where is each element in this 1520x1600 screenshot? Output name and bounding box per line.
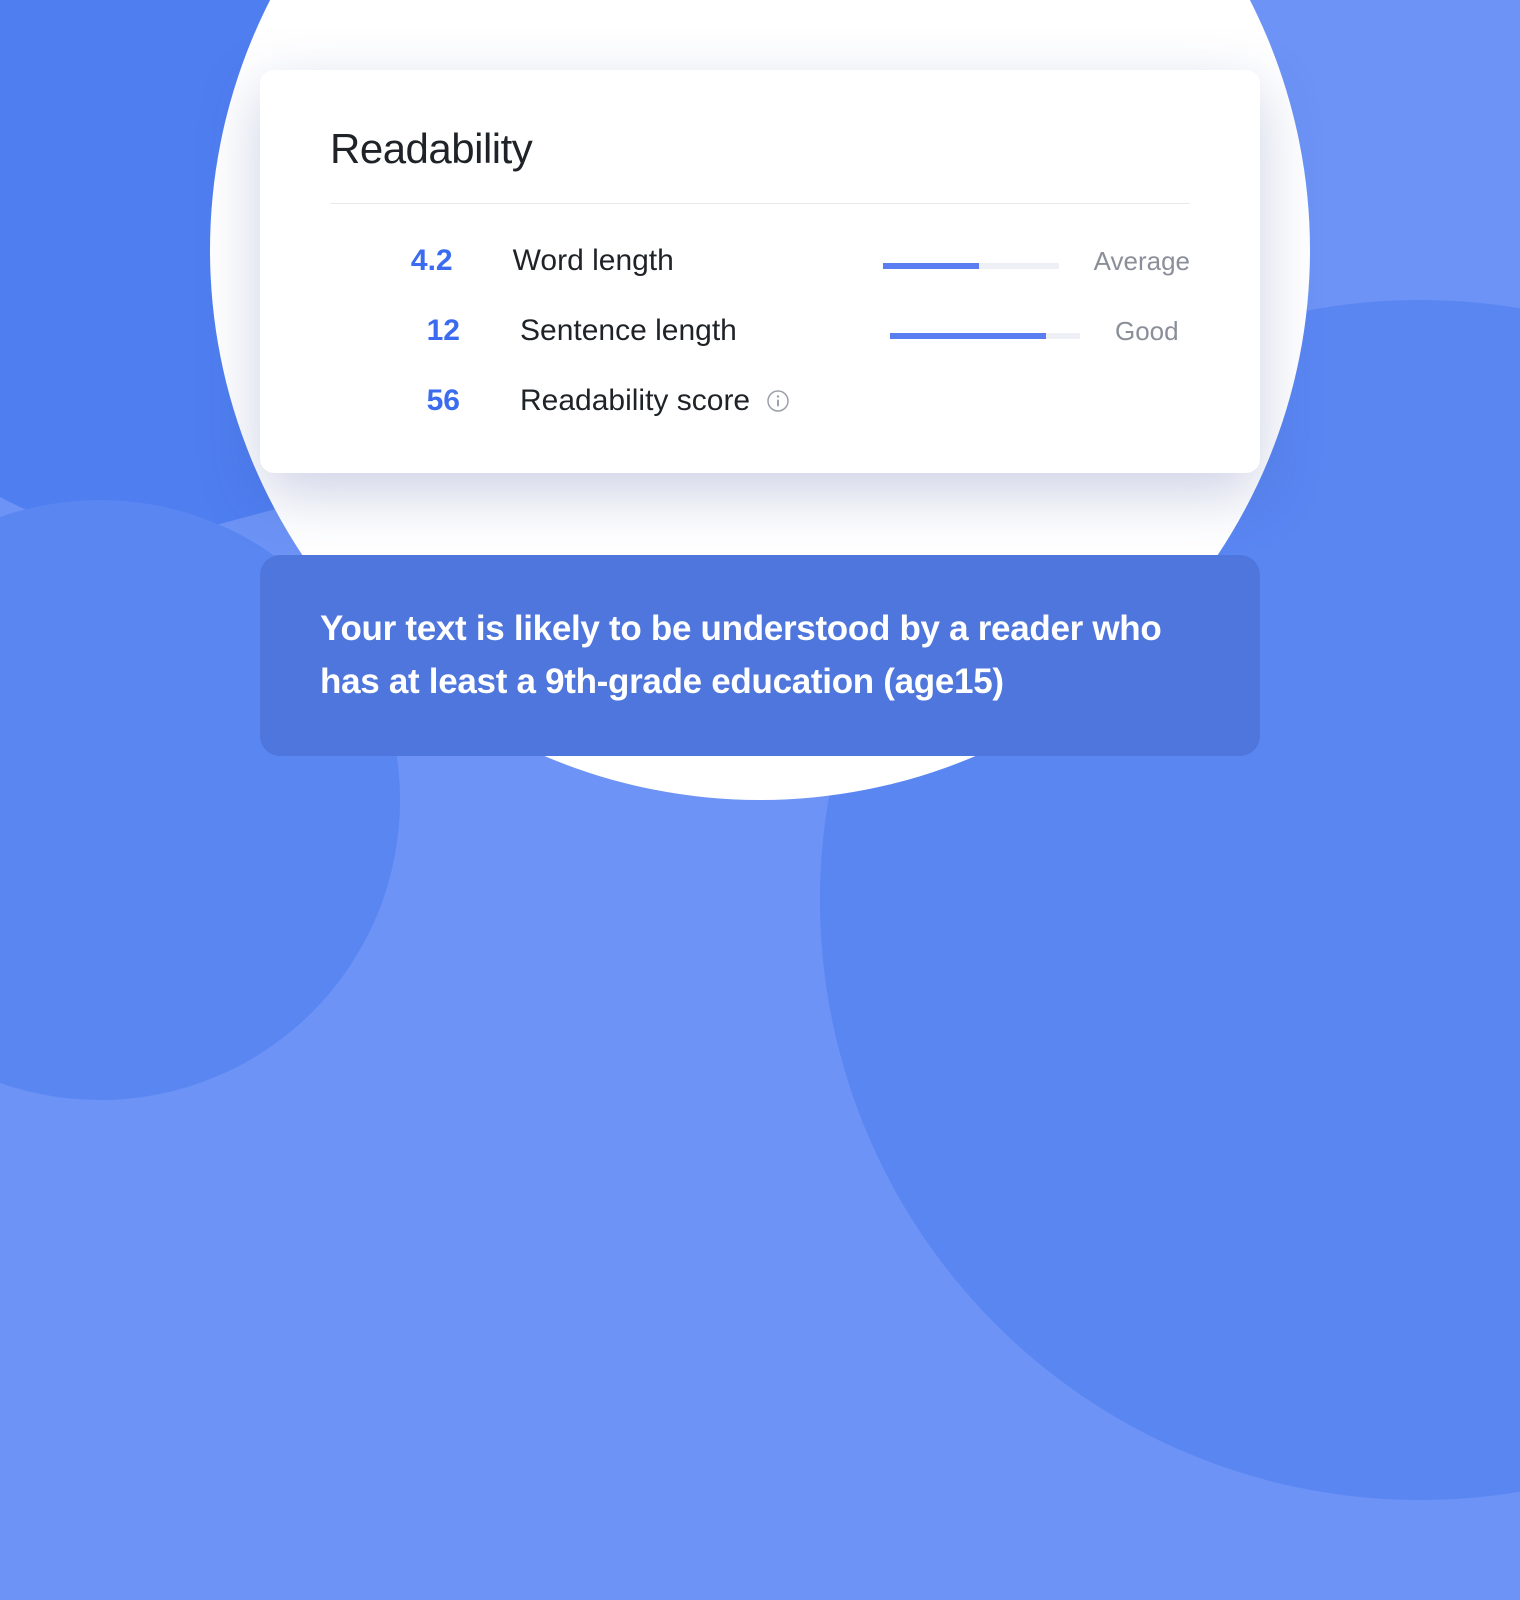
divider (330, 203, 1190, 204)
metric-value: 56 (360, 384, 460, 418)
metric-row-sentence-length: 12 Sentence length Good (330, 314, 1190, 348)
metric-bar-fill (883, 263, 980, 269)
metric-row-word-length: 4.2 Word length Average (330, 244, 1190, 278)
summary-card: Your text is likely to be understood by … (260, 555, 1260, 756)
metric-label: Sentence length (520, 314, 830, 348)
metric-rating: Good (1115, 316, 1179, 347)
metric-bar (883, 263, 1059, 269)
metric-bar (890, 333, 1080, 339)
metric-label-text: Readability score (520, 384, 750, 418)
metric-label: Readability score (520, 384, 830, 418)
readability-card: Readability 4.2 Word length Average 12 S… (260, 70, 1260, 473)
summary-text: Your text is likely to be understood by … (320, 603, 1200, 708)
metric-bar-fill (890, 333, 1046, 339)
metric-value: 4.2 (360, 244, 453, 278)
metric-row-readability-score: 56 Readability score (330, 384, 1190, 418)
metric-label-text: Word length (513, 244, 674, 278)
metric-label: Word length (513, 244, 823, 278)
metric-value: 12 (360, 314, 460, 348)
metric-rating: Average (1094, 246, 1190, 277)
card-title: Readability (330, 125, 1190, 173)
info-icon[interactable] (766, 389, 790, 413)
metric-label-text: Sentence length (520, 314, 737, 348)
